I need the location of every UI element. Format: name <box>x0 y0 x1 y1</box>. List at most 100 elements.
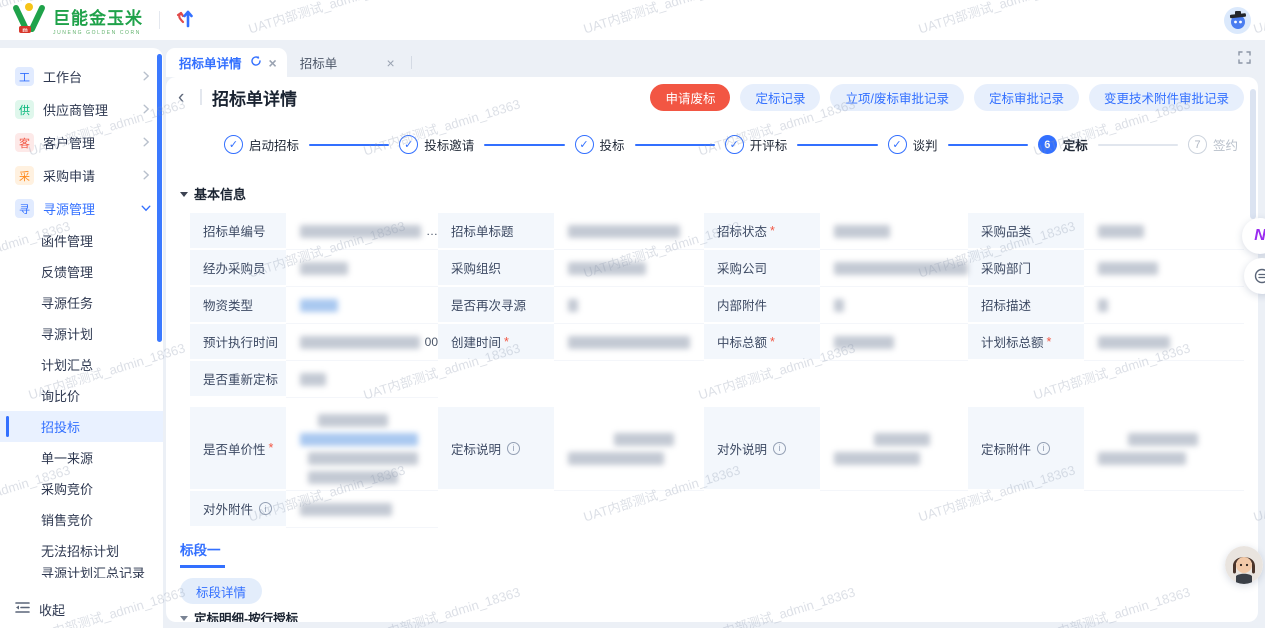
sidebar-item-2[interactable]: 寻源任务 <box>0 287 163 318</box>
redacted-value <box>1098 262 1158 275</box>
corn-logo-icon: m <box>12 2 46 39</box>
field-label: 是否再次寻源 <box>451 295 526 314</box>
field-label: 定标附件 <box>981 439 1031 458</box>
redacted-value <box>834 299 844 312</box>
field-value-cell <box>820 213 968 250</box>
action-button-2[interactable]: 立项/废标审批记录 <box>830 84 963 111</box>
basic-row-2: 物资类型是否再次寻源内部附件招标描述 <box>190 287 1244 324</box>
field-label-cell: 定标说明i <box>438 407 554 491</box>
redacted-value <box>1098 299 1108 312</box>
sidebar-item-4[interactable]: 计划汇总 <box>0 349 163 380</box>
value-fragment: … <box>426 224 438 238</box>
field-label-cell: 招标单标题 <box>438 213 554 250</box>
field-value-cell <box>286 491 438 528</box>
field-label-cell: 物资类型 <box>190 287 286 324</box>
check-icon: ✓ <box>725 135 744 154</box>
navigate-arrows-icon[interactable] <box>174 6 196 35</box>
sidebar-item-7[interactable]: 单一来源 <box>0 442 163 473</box>
page-actions: 申请废标定标记录立项/废标审批记录定标审批记录变更技术附件审批记录 <box>650 84 1244 111</box>
field-label-cell: 对外附件i <box>190 491 286 528</box>
redacted-value <box>874 433 930 446</box>
redacted-value <box>834 225 890 238</box>
basic-row-3: 预计执行时间00创建时间*中标总额*计划标总额* <box>190 324 1244 361</box>
tab-refresh-icon[interactable] <box>250 55 262 70</box>
fullscreen-icon[interactable] <box>1238 51 1251 69</box>
brand-subname: JUNENG GOLDEN CORN <box>53 30 143 36</box>
sidebar-group-label: 供应商管理 <box>43 100 132 119</box>
field-label: 是否单价性 <box>203 439 266 458</box>
step-number: 7 <box>1188 135 1207 154</box>
tab-1[interactable]: 招标单× <box>287 48 405 77</box>
sidebar-item-9[interactable]: 销售竞价 <box>0 504 163 535</box>
sidebar-group-3[interactable]: 采采购申请 <box>0 159 163 192</box>
field-label-cell: 经办采购员 <box>190 250 286 287</box>
segment-tab[interactable]: 标段一 <box>180 539 225 568</box>
sidebar-item-3[interactable]: 寻源计划 <box>0 318 163 349</box>
step-number: 6 <box>1038 135 1057 154</box>
action-button-4[interactable]: 变更技术附件审批记录 <box>1089 84 1244 111</box>
sidebar-item-10[interactable]: 无法招标计划 <box>0 535 163 566</box>
sidebar-group-2[interactable]: 客客户管理 <box>0 126 163 159</box>
sidebar-item-8[interactable]: 采购竞价 <box>0 473 163 504</box>
award-info-grid: 是否单价性*定标说明i对外说明i定标附件i对外附件i <box>190 407 1244 528</box>
back-button[interactable]: ‹ <box>178 88 196 107</box>
tab-close-icon[interactable]: × <box>387 56 395 70</box>
field-label: 是否重新定标 <box>203 369 278 388</box>
brand-logo[interactable]: m 巨能金玉米 JUNENG GOLDEN CORN <box>12 2 143 39</box>
basic-row-4: 是否重新定标 <box>190 361 1244 398</box>
field-label-cell: 是否重新定标 <box>190 361 286 398</box>
sidebar-item-0[interactable]: 函件管理 <box>0 225 163 256</box>
field-label-cell: 内部附件 <box>704 287 820 324</box>
chevron-right-icon <box>141 168 151 183</box>
field-label: 采购公司 <box>717 258 767 277</box>
tab-icons: × <box>250 55 277 70</box>
award-detail-header[interactable]: 定标明细-按行授标 <box>180 608 1244 622</box>
action-button-3[interactable]: 定标审批记录 <box>974 84 1079 111</box>
sidebar-group-4[interactable]: 寻寻源管理 <box>0 192 163 225</box>
segment-detail-button[interactable]: 标段详情 <box>180 578 262 604</box>
field-label: 招标单标题 <box>451 221 514 240</box>
sidebar-groups: 工工作台供供应商管理客客户管理采采购申请寻寻源管理 <box>0 48 163 225</box>
redacted-value <box>308 452 418 465</box>
sidebar-item-1[interactable]: 反馈管理 <box>0 256 163 287</box>
field-label: 物资类型 <box>203 295 253 314</box>
brand-name: 巨能金玉米 <box>53 4 143 29</box>
tab-divider <box>411 56 412 69</box>
field-value-cell: 00 <box>286 324 438 361</box>
sidebar-item-5[interactable]: 询比价 <box>0 380 163 411</box>
redacted-value <box>300 433 418 446</box>
content-scrollbar[interactable] <box>1250 89 1256 219</box>
redacted-value <box>568 336 690 349</box>
required-asterisk: * <box>269 441 274 455</box>
info-icon: i <box>259 502 272 515</box>
sidebar: 工工作台供供应商管理客客户管理采采购申请寻寻源管理 函件管理反馈管理寻源任务寻源… <box>0 48 163 628</box>
step-label: 启动招标 <box>249 135 299 154</box>
field-label: 采购组织 <box>451 258 501 277</box>
tab-close-icon[interactable]: × <box>269 56 277 70</box>
info-icon: i <box>1037 442 1050 455</box>
sidebar-collapse-button[interactable]: 收起 <box>0 590 163 628</box>
action-button-1[interactable]: 定标记录 <box>740 84 820 111</box>
field-value-cell <box>1084 407 1244 491</box>
redacted-value <box>300 225 421 238</box>
check-icon: ✓ <box>888 135 907 154</box>
field-value-cell: … <box>286 213 438 250</box>
sidebar-group-0[interactable]: 工工作台 <box>0 60 163 93</box>
required-asterisk: * <box>504 335 509 349</box>
sidebar-item-6[interactable]: 招投标 <box>0 411 163 442</box>
step-connector <box>484 144 564 146</box>
user-avatar[interactable] <box>1224 7 1251 34</box>
sidebar-scrollbar[interactable] <box>157 54 162 342</box>
field-value-cell <box>554 250 704 287</box>
field-label: 内部附件 <box>717 295 767 314</box>
sidebar-item-label: 函件管理 <box>41 231 93 250</box>
action-button-0[interactable]: 申请废标 <box>650 84 730 111</box>
sidebar-group-1[interactable]: 供供应商管理 <box>0 93 163 126</box>
tab-0[interactable]: 招标单详情× <box>166 48 287 77</box>
sidebar-item-11[interactable]: 寻源计划汇总记录 <box>0 566 163 578</box>
section-basic-info-header[interactable]: 基本信息 <box>180 184 1244 203</box>
redacted-value <box>1128 433 1198 446</box>
field-label-cell: 是否单价性* <box>190 407 286 491</box>
collapse-icon <box>15 601 30 617</box>
assistant-avatar[interactable] <box>1225 546 1263 584</box>
